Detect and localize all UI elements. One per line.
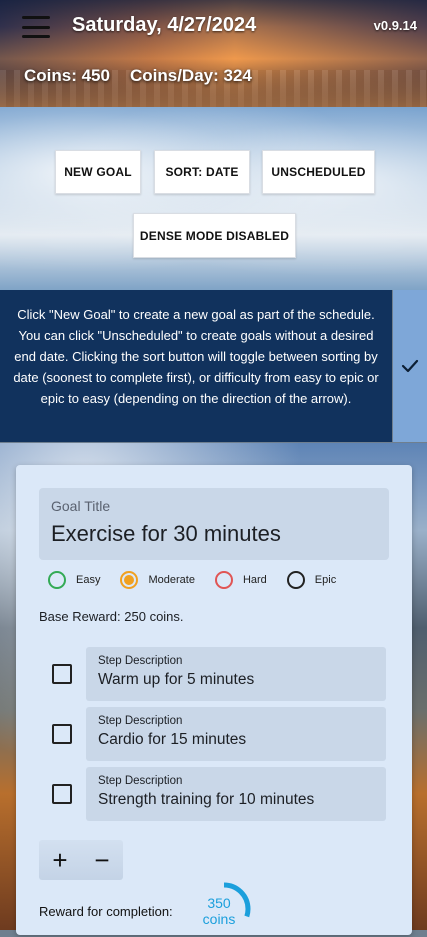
menu-icon[interactable]: [22, 16, 50, 38]
add-step-button[interactable]: +: [52, 847, 67, 873]
dense-mode-button[interactable]: DENSE MODE DISABLED: [133, 213, 296, 258]
step-row: Step Description Cardio for 15 minutes: [39, 705, 389, 763]
reward-label: Reward for completion:: [39, 904, 173, 919]
current-date: Saturday, 4/27/2024: [72, 14, 257, 36]
step-label: Step Description: [98, 715, 183, 727]
goal-title-field[interactable]: Goal Title Exercise for 30 minutes: [39, 488, 389, 560]
goal-title-input[interactable]: Exercise for 30 minutes: [51, 521, 281, 547]
step-input[interactable]: Cardio for 15 minutes: [98, 731, 246, 749]
difficulty-epic-radio[interactable]: [286, 571, 305, 589]
step-row: Step Description Warm up for 5 minutes: [39, 645, 389, 703]
step-field[interactable]: Step Description Warm up for 5 minutes: [86, 647, 386, 701]
coins-total: Coins: 450: [24, 66, 110, 85]
base-reward-text: Base Reward: 250 coins.: [39, 609, 184, 624]
sort-button[interactable]: SORT: DATE: [154, 150, 250, 194]
difficulty-moderate-radio[interactable]: [120, 571, 139, 589]
goal-card: Goal Title Exercise for 30 minutes Easy …: [16, 465, 412, 936]
difficulty-epic-label: Epic: [314, 574, 337, 586]
unscheduled-button[interactable]: UNSCHEDULED: [262, 150, 375, 194]
difficulty-moderate-label: Moderate: [148, 574, 195, 586]
step-row: Step Description Strength training for 1…: [39, 765, 389, 823]
reward-amount: 350 coins: [199, 895, 239, 927]
info-banner-text: Click "New Goal" to create a new goal as…: [13, 307, 379, 406]
difficulty-easy-radio[interactable]: [48, 571, 66, 589]
difficulty-hard-radio[interactable]: [214, 571, 233, 589]
new-goal-button[interactable]: NEW GOAL: [55, 150, 141, 194]
step-input[interactable]: Warm up for 5 minutes: [98, 671, 254, 689]
step-count-stepper: + −: [39, 840, 123, 880]
coin-stats: Coins: 450 Coins/Day: 324: [24, 66, 252, 86]
step-label: Step Description: [98, 655, 183, 667]
reward-amount-unit: coins: [202, 911, 236, 927]
step-checkbox[interactable]: [52, 784, 72, 804]
step-field[interactable]: Step Description Cardio for 15 minutes: [86, 707, 386, 761]
app-version: v0.9.14: [373, 18, 417, 33]
step-field[interactable]: Step Description Strength training for 1…: [86, 767, 386, 821]
sky-background: [0, 107, 427, 290]
coins-per-day: Coins/Day: 324: [129, 66, 252, 85]
step-label: Step Description: [98, 775, 183, 787]
difficulty-selector: Easy Moderate Hard Epic: [48, 568, 346, 592]
step-input[interactable]: Strength training for 10 minutes: [98, 791, 314, 809]
difficulty-easy-label: Easy: [76, 574, 101, 586]
difficulty-hard-label: Hard: [242, 574, 267, 586]
goal-title-label: Goal Title: [51, 498, 111, 514]
dismiss-info-button[interactable]: [393, 290, 427, 442]
remove-step-button[interactable]: −: [94, 847, 109, 873]
step-checkbox[interactable]: [52, 724, 72, 744]
info-banner: Click "New Goal" to create a new goal as…: [0, 290, 392, 442]
check-icon: [401, 359, 419, 373]
selected-dot: [124, 575, 135, 585]
step-checkbox[interactable]: [52, 664, 72, 684]
reward-amount-value: 350: [207, 895, 231, 911]
